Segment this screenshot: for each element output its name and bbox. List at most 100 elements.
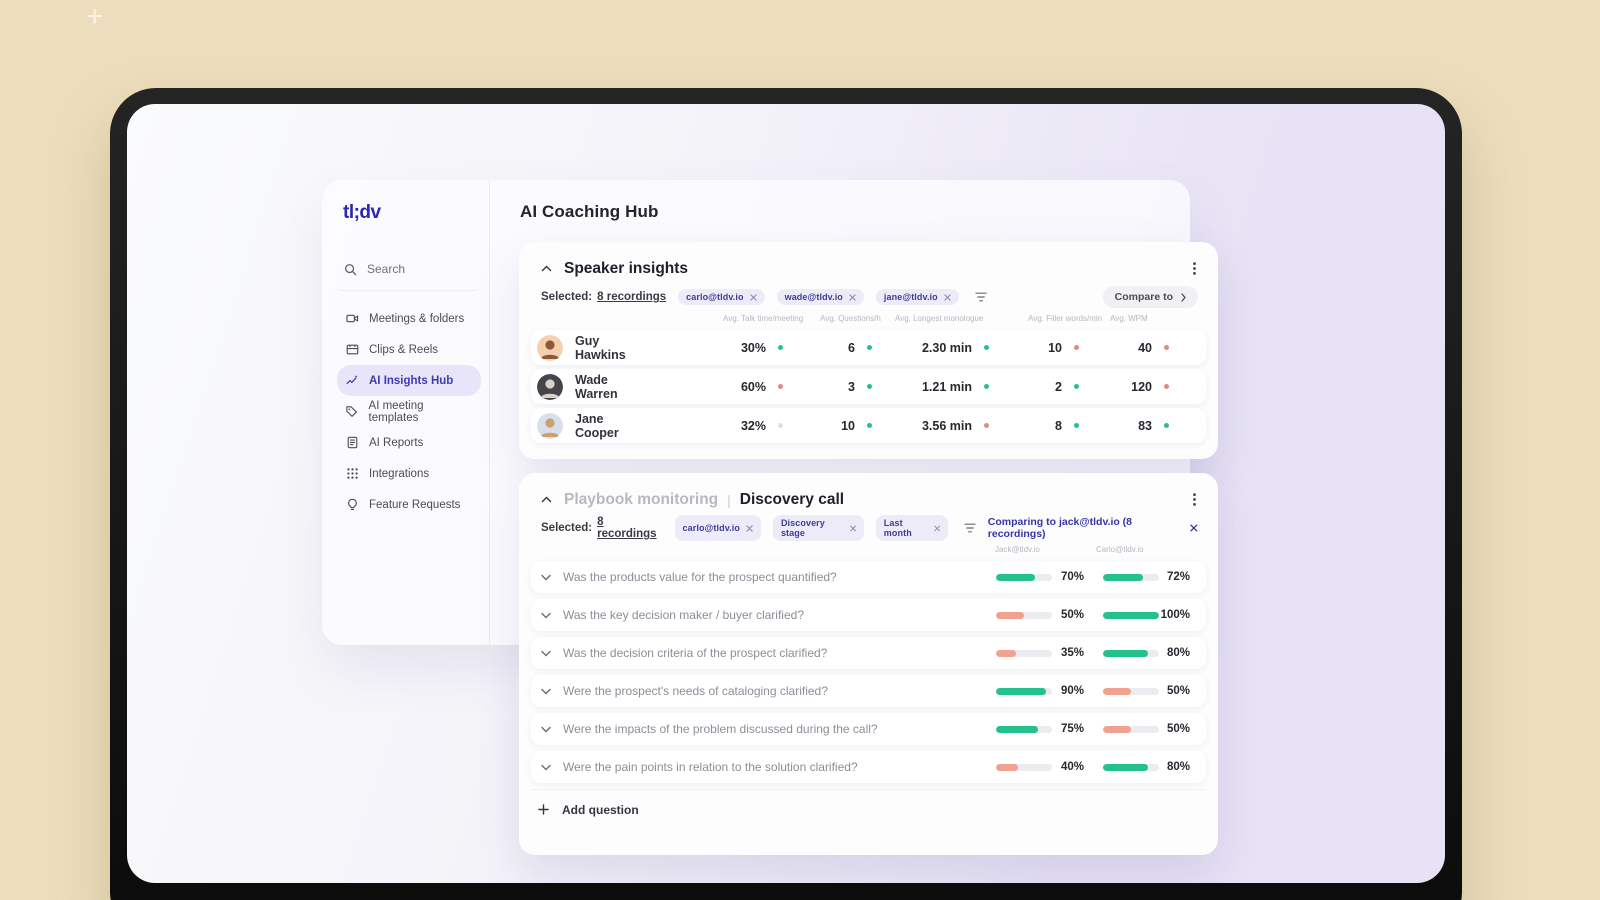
speaker-name: Jane Cooper bbox=[575, 411, 619, 440]
speaker-row-wade-warren[interactable]: Wade Warren 60% 3 1.21 min 2 120 bbox=[531, 369, 1206, 404]
playbook-filter-row: Selected: 8 recordings carlo@tldv.io Disc… bbox=[519, 515, 1218, 541]
sidebar-item-integrations[interactable]: Integrations bbox=[337, 458, 481, 489]
kebab-menu-icon[interactable] bbox=[1191, 260, 1198, 277]
progress-bar bbox=[996, 573, 1052, 581]
progress-bar bbox=[1103, 649, 1159, 657]
search-input[interactable]: Search bbox=[343, 262, 475, 276]
column-header: Avg. Talk time/meeting bbox=[723, 314, 804, 323]
question-text: Were the impacts of the problem discusse… bbox=[563, 722, 878, 736]
kebab-menu-icon[interactable] bbox=[1191, 491, 1198, 508]
sidebar-item-label: Feature Requests bbox=[369, 498, 461, 511]
add-question-button[interactable]: Add question bbox=[531, 789, 1206, 829]
question-text: Were the pain points in relation to the … bbox=[563, 760, 858, 774]
chip-label: jane@tldv.io bbox=[883, 292, 938, 302]
progress-bar bbox=[996, 611, 1052, 619]
grid-dots-icon bbox=[345, 467, 359, 480]
question-scores: 50% 100% bbox=[996, 609, 1190, 621]
progress-bar bbox=[996, 649, 1052, 657]
sidebar-item-label: AI Insights Hub bbox=[369, 374, 454, 387]
chevron-right-icon bbox=[1181, 292, 1186, 302]
question-text: Were the prospect's needs of cataloging … bbox=[563, 684, 828, 698]
chevron-down-icon[interactable] bbox=[541, 650, 551, 657]
progress-percent: 80% bbox=[1166, 761, 1190, 773]
question-row[interactable]: Was the products value for the prospect … bbox=[531, 561, 1206, 593]
close-icon[interactable] bbox=[746, 524, 753, 532]
question-scores: 70% 72% bbox=[996, 571, 1190, 583]
close-icon[interactable] bbox=[849, 525, 856, 532]
tldv-logo[interactable]: tl;dv bbox=[343, 202, 475, 224]
playbook-title: Discovery call bbox=[739, 490, 845, 508]
filter-chip-carlo-tldv-io[interactable]: carlo@tldv.io bbox=[678, 289, 765, 305]
compare-to-button[interactable]: Compare to bbox=[1102, 286, 1198, 308]
column-header: Avg. WPM bbox=[1110, 314, 1148, 323]
speaker-column-headers: Avg. Talk time/meeting Avg. Questions/h Av… bbox=[519, 314, 1218, 328]
sidebar-menu: Meetings & folders Clips & Reels AI Insigh… bbox=[337, 303, 481, 520]
close-icon[interactable] bbox=[749, 293, 757, 301]
collapse-chevron-up-icon[interactable] bbox=[541, 496, 552, 503]
question-row[interactable]: Were the impacts of the problem discusse… bbox=[531, 713, 1206, 745]
avatar bbox=[537, 334, 563, 361]
sidebar-item-ai-reports[interactable]: AI Reports bbox=[337, 427, 481, 458]
filter-icon[interactable] bbox=[964, 523, 976, 533]
sidebar-item-ai-meeting-templates[interactable]: AI meeting templates bbox=[337, 396, 481, 427]
sidebar-item-label: AI meeting templates bbox=[368, 399, 424, 424]
report-doc-icon bbox=[345, 436, 359, 449]
question-row[interactable]: Were the pain points in relation to the … bbox=[531, 751, 1206, 783]
metric-value: 10 bbox=[841, 418, 855, 433]
sidebar-item-ai-insights-hub[interactable]: AI Insights Hub bbox=[337, 365, 481, 396]
sidebar-item-meetings-folders[interactable]: Meetings & folders bbox=[337, 303, 481, 334]
avatar bbox=[537, 373, 563, 400]
playbook-monitoring-card: Playbook monitoring | Discovery call Sel… bbox=[519, 473, 1218, 855]
chevron-down-icon[interactable] bbox=[541, 726, 551, 733]
filter-chip-jane-tldv-io[interactable]: jane@tldv.io bbox=[875, 289, 959, 305]
speaker-row-guy-hawkins[interactable]: Guy Hawkins 30% 6 2.30 min 10 40 bbox=[531, 330, 1206, 365]
collapse-chevron-up-icon[interactable] bbox=[541, 265, 552, 272]
sidebar-item-feature-requests[interactable]: Feature Requests bbox=[337, 489, 481, 520]
chip-label: carlo@tldv.io bbox=[682, 523, 740, 533]
score-cell: 50% bbox=[1103, 685, 1190, 697]
question-row[interactable]: Were the prospect's needs of cataloging … bbox=[531, 675, 1206, 707]
progress-percent: 50% bbox=[1166, 685, 1190, 697]
chip-label: Last month bbox=[883, 518, 912, 538]
progress-percent: 72% bbox=[1166, 571, 1190, 583]
chevron-down-icon[interactable] bbox=[541, 574, 551, 581]
question-text: Was the decision criteria of the prospec… bbox=[563, 646, 828, 660]
question-row[interactable]: Was the decision criteria of the prospec… bbox=[531, 637, 1206, 669]
metric-cell: 3 bbox=[783, 380, 872, 394]
chevron-down-icon[interactable] bbox=[541, 688, 551, 695]
chevron-down-icon[interactable] bbox=[541, 764, 551, 771]
progress-bar bbox=[996, 763, 1052, 771]
filter-icon[interactable] bbox=[975, 292, 987, 302]
speaker-filter-row: Selected: 8 recordings carlo@tldv.io wade… bbox=[519, 286, 1218, 308]
filter-chip-wade-tldv-io[interactable]: wade@tldv.io bbox=[776, 289, 864, 305]
sidebar-item-clips-reels[interactable]: Clips & Reels bbox=[337, 334, 481, 365]
filter-chip-carlo-tldv-io[interactable]: carlo@tldv.io bbox=[674, 515, 761, 541]
metric-value: 8 bbox=[1055, 418, 1062, 433]
question-row[interactable]: Was the key decision maker / buyer clari… bbox=[531, 599, 1206, 631]
metric-cell: 120 bbox=[1079, 380, 1169, 394]
playbook-card-header: Playbook monitoring | Discovery call bbox=[519, 473, 1218, 511]
close-icon[interactable] bbox=[1190, 524, 1198, 532]
score-cell: 75% bbox=[996, 723, 1084, 735]
progress-bar bbox=[1103, 763, 1159, 771]
speaker-row-jane-cooper[interactable]: Jane Cooper 32% 10 3.56 min 8 83 bbox=[531, 408, 1206, 443]
close-icon[interactable] bbox=[849, 293, 856, 301]
playbook-title-muted: Playbook monitoring bbox=[564, 490, 719, 508]
question-scores: 35% 80% bbox=[996, 647, 1190, 659]
close-icon[interactable] bbox=[933, 525, 940, 532]
progress-percent: 90% bbox=[1060, 685, 1084, 697]
selected-recordings-link[interactable]: 8 recordings bbox=[597, 291, 666, 303]
score-cell: 72% bbox=[1103, 571, 1190, 583]
score-cell: 70% bbox=[996, 571, 1084, 583]
selected-recordings-link[interactable]: 8 recordings bbox=[597, 516, 662, 540]
comparing-to-tag[interactable]: Comparing to jack@tldv.io (8 recordings) bbox=[988, 516, 1198, 540]
filter-chip-last-month[interactable]: Last month bbox=[875, 515, 948, 541]
sidebar-divider bbox=[339, 290, 477, 291]
sidebar-item-label: Meetings & folders bbox=[369, 312, 465, 325]
metric-cell: 60% bbox=[648, 380, 783, 394]
filter-chip-discovery-stage[interactable]: Discovery stage bbox=[772, 515, 864, 541]
progress-percent: 40% bbox=[1060, 761, 1084, 773]
question-text: Was the key decision maker / buyer clari… bbox=[563, 608, 804, 622]
close-icon[interactable] bbox=[944, 293, 951, 301]
chevron-down-icon[interactable] bbox=[541, 612, 551, 619]
